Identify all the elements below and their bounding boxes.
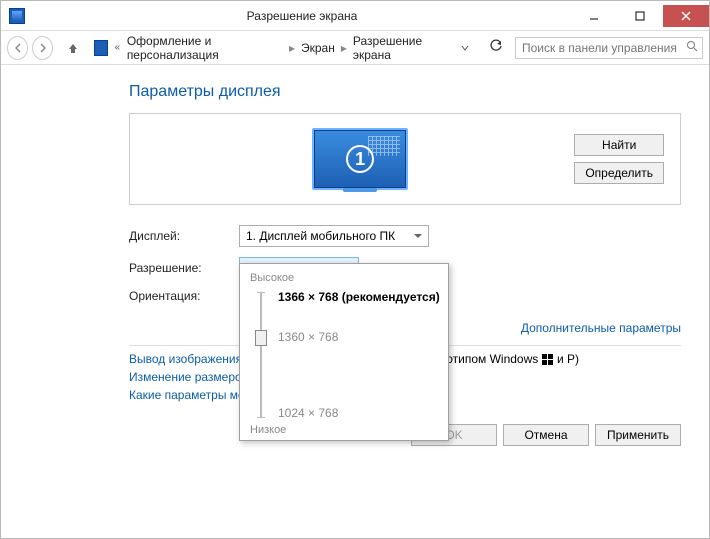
detect-button[interactable]: Определить (574, 162, 664, 184)
resolution-option-1360[interactable]: 1360 × 768 (278, 330, 338, 344)
search-box[interactable] (515, 37, 703, 59)
close-button[interactable] (663, 5, 709, 27)
windows-key-icon (542, 354, 554, 366)
slider-low-label: Низкое (250, 424, 286, 436)
forward-button[interactable] (32, 36, 53, 60)
search-icon[interactable] (682, 40, 698, 55)
breadcrumb-dropdown[interactable] (453, 41, 477, 55)
refresh-button[interactable] (481, 39, 511, 56)
resolution-option-recommended[interactable]: 1366 × 768 (рекомендуется) (278, 290, 440, 304)
back-button[interactable] (7, 36, 28, 60)
resolution-slider-popup: Высокое 1366 × 768 (рекомендуется) 1360 … (239, 263, 449, 441)
breadcrumb-overflow[interactable]: « (112, 42, 123, 53)
titlebar: Разрешение экрана (1, 1, 709, 31)
breadcrumb-item-2[interactable]: Экран (301, 41, 335, 55)
slider-high-label: Высокое (250, 272, 438, 284)
breadcrumb-item-1[interactable]: Оформление и персонализация (127, 34, 283, 62)
resolution-slider-track[interactable] (260, 292, 262, 418)
window-title: Разрешение экрана (33, 9, 571, 23)
monitor-number: 1 (346, 145, 374, 173)
chevron-right-icon: ▸ (287, 41, 297, 55)
control-panel-icon (94, 40, 108, 56)
maximize-button[interactable] (617, 5, 663, 27)
search-input[interactable] (520, 40, 682, 56)
app-icon (9, 8, 25, 24)
navbar: « Оформление и персонализация ▸ Экран ▸ … (1, 31, 709, 65)
cancel-button[interactable]: Отмена (503, 424, 589, 446)
breadcrumb-item-3[interactable]: Разрешение экрана (353, 34, 449, 62)
display-preview-box: 1 Найти Определить (129, 113, 681, 205)
monitor-thumbnail-1[interactable]: 1 (312, 128, 408, 190)
resolution-option-1024[interactable]: 1024 × 768 (278, 406, 338, 420)
display-select[interactable]: 1. Дисплей мобильного ПК (239, 225, 429, 247)
chevron-right-icon: ▸ (339, 41, 349, 55)
display-label: Дисплей: (129, 229, 239, 243)
orientation-label: Ориентация: (129, 289, 239, 303)
advanced-settings-link[interactable]: Дополнительные параметры (521, 321, 681, 335)
page-heading: Параметры дисплея (129, 83, 681, 101)
display-select-value: 1. Дисплей мобильного ПК (246, 229, 395, 243)
resolution-label: Разрешение: (129, 261, 239, 275)
minimize-button[interactable] (571, 5, 617, 27)
resolution-slider-thumb[interactable] (255, 330, 267, 346)
up-button[interactable] (65, 38, 82, 58)
find-button[interactable]: Найти (574, 134, 664, 156)
apply-button[interactable]: Применить (595, 424, 681, 446)
